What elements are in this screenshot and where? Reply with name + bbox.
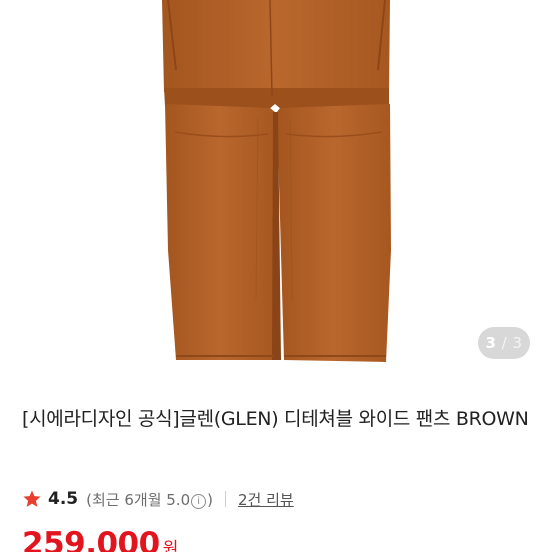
product-price: 259,000 원 [22, 526, 178, 552]
star-icon [23, 490, 41, 507]
price-currency: 원 [162, 539, 179, 552]
product-title: [시에라디자인 공식]글렌(GLEN) 디테쳐블 와이드 팬츠 BROWN [22, 408, 529, 430]
review-count-link[interactable]: 2건 리뷰 [238, 489, 294, 510]
info-icon[interactable]: i [191, 493, 207, 509]
rating-score: 4.5 [48, 489, 79, 509]
current-image-index: 3 [485, 334, 497, 352]
rating-row: 4.5 (최근 6개월 5.0 i) 2건 리뷰 [22, 484, 294, 514]
total-image-count: 3 [512, 334, 523, 352]
counter-separator: / [501, 334, 508, 352]
recent-rating-text: (최근 6개월 5.0 [86, 490, 191, 509]
recent-rating-close: ) [207, 490, 213, 509]
product-image-gallery[interactable]: 3 / 3 [0, 0, 552, 376]
image-page-counter: 3 / 3 [478, 327, 530, 359]
divider [224, 491, 226, 507]
recent-rating: (최근 6개월 5.0 i) [86, 489, 213, 510]
pants-product-image [162, 0, 391, 362]
price-amount: 259,000 [22, 526, 160, 552]
product-detail-page: 3 / 3 [시에라디자인 공식]글렌(GLEN) 디테쳐블 와이드 팬츠 BR… [0, 0, 552, 552]
